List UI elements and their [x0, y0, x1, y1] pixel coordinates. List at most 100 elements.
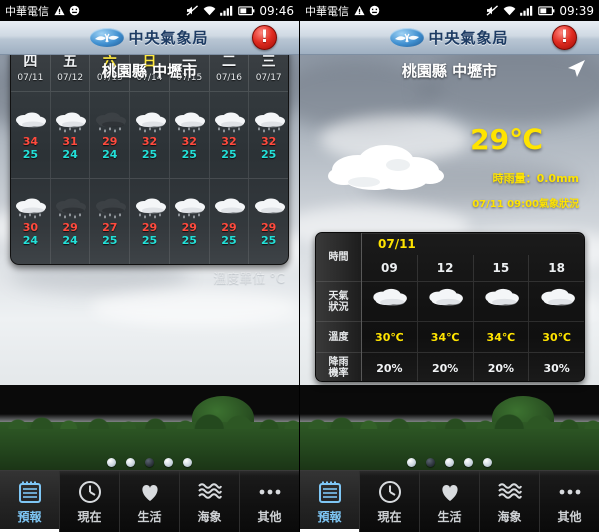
low-temperature: 25 — [261, 147, 277, 161]
row-label-condition-line1: 天氣 — [328, 290, 349, 302]
page-dot[interactable] — [483, 457, 492, 467]
weather-icon-rain — [212, 111, 246, 134]
high-temperature: 32 — [261, 134, 277, 148]
weekly-forecast-cell[interactable]: 32 25 — [170, 92, 210, 178]
hourly-rain-row: 20% 20% 20% 30% — [362, 352, 584, 381]
alert-button[interactable]: ! — [552, 25, 577, 50]
tab-now[interactable]: 現在 — [360, 471, 420, 532]
app-header: 中央氣象局 ! — [0, 21, 299, 55]
weekly-forecast-cell[interactable]: 32 25 — [249, 92, 288, 178]
hourly-time-cell[interactable]: 15 — [474, 255, 530, 281]
warning-icon — [354, 3, 365, 19]
hourly-condition-cell — [362, 282, 418, 321]
high-temperature: 32 — [141, 134, 158, 148]
weekly-forecast-cell[interactable]: 29 25 — [249, 179, 288, 265]
high-temperature: 27 — [102, 221, 118, 235]
high-temperature: 32 — [221, 134, 237, 148]
hourly-grid: 07/11 09 12 15 18 30℃ 34℃ 34℃ 30℃ 20% 20% 20% 30% — [362, 233, 584, 381]
page-dot[interactable] — [407, 457, 416, 467]
hourly-times-row: 09 12 15 18 — [362, 255, 584, 281]
hourly-rain-cell: 20% — [418, 353, 474, 381]
weekly-forecast-cell[interactable]: 29 24 — [51, 178, 91, 264]
weekly-forecast-cell[interactable]: 34 25 — [11, 92, 51, 178]
weather-icon-rain — [53, 111, 87, 134]
high-temperature: 29 — [102, 134, 118, 148]
hourly-condition-cell — [418, 282, 474, 321]
bottom-tab-bar[interactable]: 預報 現在 生活 海象 其他 — [300, 470, 599, 532]
phone-screen-current-conditions: 中華電信 09:39 中央氣象局 ! 桃園縣 中壢市 29℃ 時雨量：0.0mm… — [299, 0, 599, 532]
hourly-row-labels: 時間 天氣 狀況 溫度 降雨 機率 — [316, 233, 362, 381]
hourly-rain-label: 20% — [376, 361, 403, 375]
observation-time-label: 07/11 09:00氣象狀況 — [472, 199, 579, 210]
page-dot[interactable] — [126, 457, 135, 467]
weekly-forecast-cell[interactable]: 31 24 — [51, 92, 91, 178]
page-dot-active[interactable] — [426, 457, 435, 467]
tab-more[interactable]: 其他 — [540, 471, 599, 532]
hourly-time-cell[interactable]: 18 — [529, 255, 584, 281]
tab-life[interactable]: 生活 — [420, 471, 480, 532]
tab-label: 海象 — [497, 509, 522, 524]
smiley-icon — [69, 3, 80, 19]
tab-marine[interactable]: 海象 — [180, 471, 240, 532]
page-indicator[interactable] — [0, 454, 299, 470]
hourly-time-label: 09 — [381, 261, 398, 275]
cwb-logo-icon — [90, 28, 125, 47]
page-dot[interactable] — [464, 457, 473, 467]
location-arrow-icon[interactable] — [565, 58, 587, 84]
status-bar: 中華電信 — [300, 0, 599, 21]
hourly-rain-label: 20% — [487, 361, 515, 375]
weather-icon-cloudy — [426, 287, 464, 317]
hourly-time-cell[interactable]: 09 — [362, 255, 418, 281]
brand-logo: 中央氣象局 — [90, 27, 208, 48]
high-temperature: 29 — [261, 221, 277, 235]
tab-forecast[interactable]: 預報 — [300, 471, 360, 532]
hourly-temperature-cell: 30℃ — [529, 322, 584, 352]
page-dot[interactable] — [445, 457, 454, 467]
hourly-temperature-cell: 34℃ — [474, 322, 530, 352]
hourly-time-label: 12 — [436, 261, 454, 275]
weekly-forecast-cell[interactable]: 30 24 — [11, 178, 51, 264]
hourly-temperatures-row: 30℃ 34℃ 34℃ 30℃ — [362, 321, 584, 352]
row-label-rain: 降雨 機率 — [316, 352, 361, 381]
tab-label: 其他 — [557, 509, 582, 524]
low-temperature: 25 — [141, 147, 158, 161]
high-temperature: 29 — [181, 221, 197, 235]
hourly-temperature-label: 30℃ — [542, 330, 571, 344]
hourly-time-label: 15 — [492, 261, 510, 275]
high-temperature: 29 — [221, 221, 237, 235]
weekly-forecast-cell[interactable]: 29 25 — [130, 178, 170, 264]
page-indicator[interactable] — [300, 454, 599, 470]
tab-life[interactable]: 生活 — [120, 471, 180, 532]
signal-icon — [520, 3, 534, 19]
weather-icon-cloudy — [212, 197, 246, 220]
page-dot[interactable] — [183, 457, 192, 467]
alert-button[interactable]: ! — [252, 25, 277, 50]
weekly-forecast-cell[interactable]: 27 25 — [90, 178, 131, 264]
hourly-time-cell[interactable]: 12 — [418, 255, 474, 281]
wifi-icon — [203, 3, 216, 19]
weekly-forecast-cell[interactable]: 32 25 — [130, 92, 170, 178]
page-dot[interactable] — [107, 457, 116, 467]
hourly-temperature-label: 30℃ — [375, 330, 404, 344]
tab-forecast[interactable]: 預報 — [0, 471, 60, 532]
cloud-shape — [90, 290, 299, 326]
low-temperature: 25 — [22, 147, 39, 161]
page-dot[interactable] — [164, 457, 173, 467]
weekly-forecast-cell[interactable]: 29 25 — [170, 178, 210, 264]
tab-more[interactable]: 其他 — [240, 471, 299, 532]
hourly-forecast-panel[interactable]: 時間 天氣 狀況 溫度 降雨 機率 07/11 09 12 15 18 30℃ … — [315, 232, 585, 382]
weather-icon-cloudy — [13, 111, 47, 134]
more-dots-icon — [557, 479, 583, 505]
weather-icon-cloudy — [252, 197, 286, 220]
app-title: 中央氣象局 — [428, 29, 509, 47]
low-temperature: 25 — [221, 234, 237, 248]
page-dot-active[interactable] — [145, 457, 154, 467]
weekly-forecast-cell[interactable]: 29 25 — [210, 178, 250, 264]
bottom-tab-bar[interactable]: 預報 現在 生活 海象 其他 — [0, 470, 299, 532]
weekly-forecast-cell[interactable]: 32 25 — [210, 92, 250, 178]
tab-marine[interactable]: 海象 — [480, 471, 540, 532]
weekly-forecast-cell[interactable]: 29 24 — [90, 92, 131, 178]
low-temperature: 25 — [102, 234, 118, 248]
tab-now[interactable]: 現在 — [60, 471, 120, 532]
weather-icon-rain — [172, 197, 206, 220]
